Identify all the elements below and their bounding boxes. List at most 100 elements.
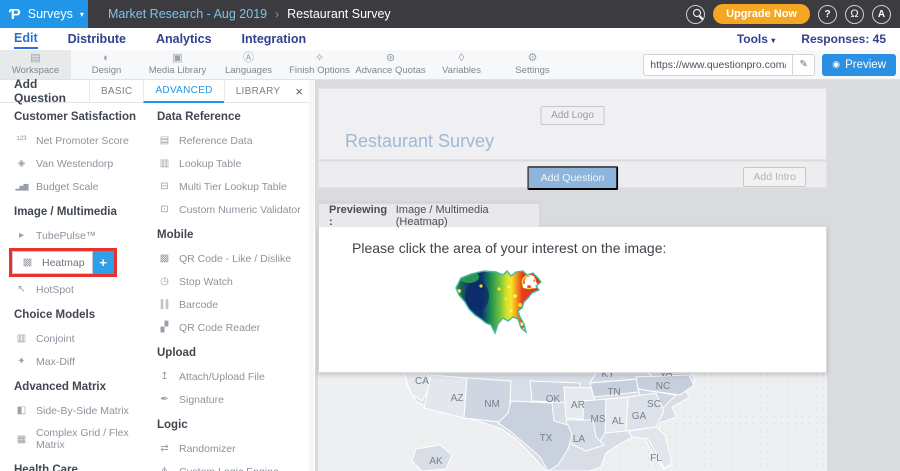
workspace-icon: ▤: [30, 53, 40, 64]
tab-advanced[interactable]: ADVANCED: [143, 80, 223, 103]
question-type-custom-logic-engine[interactable]: ⋔ Custom Logic Engine: [157, 465, 309, 471]
question-type-multi-tier-lookup[interactable]: ⊟ Multi Tier Lookup Table: [157, 180, 309, 193]
stop-watch-icon: ◷: [157, 276, 172, 287]
multi-tier-lookup-icon: ⊟: [157, 181, 172, 192]
add-question-button[interactable]: Add Question: [527, 166, 619, 190]
question-type-net-promoter-score[interactable]: ¹²³ Net Promoter Score: [14, 134, 157, 147]
add-intro-button[interactable]: Add Intro: [743, 167, 806, 187]
qr-like-dislike-icon: ▩: [157, 253, 172, 264]
eye-icon: ◉: [832, 59, 840, 70]
preview-button[interactable]: ◉ Preview: [822, 54, 896, 76]
help-button[interactable]: ?: [818, 5, 837, 24]
top-navbar: Ƥ Surveys ▾ Market Research - Aug 2019 ›…: [0, 0, 900, 28]
tools-dropdown[interactable]: Tools ▾: [737, 32, 775, 46]
question-type-side-by-side-matrix[interactable]: ◧ Side-By-Side Matrix: [14, 404, 157, 417]
question-type-hotspot[interactable]: ↖ HotSpot: [14, 283, 157, 296]
tab-basic[interactable]: BASIC: [89, 80, 144, 103]
question-type-heatmap[interactable]: ▩ Heatmap: [12, 251, 93, 274]
complex-grid-icon: ▦: [14, 434, 29, 445]
question-type-barcode[interactable]: ∥∥ Barcode: [157, 298, 309, 311]
close-icon: ×: [295, 84, 303, 99]
editor-toolbar: ▤ Workspace ◐ Design ▣ Media Library Ⓐ L…: [0, 50, 900, 80]
add-heatmap-question-button[interactable]: +: [93, 251, 114, 274]
state-label: KY: [601, 373, 615, 380]
hotspot-icon: ↖: [14, 284, 29, 295]
toolbar-variables[interactable]: ◊ Variables: [426, 50, 497, 79]
section-logic: Logic: [157, 419, 309, 431]
question-type-custom-numeric-validator[interactable]: ⊡ Custom Numeric Validator: [157, 203, 309, 216]
question-type-attach-upload[interactable]: ↥ Attach/Upload File: [157, 370, 309, 383]
variables-icon: ◊: [459, 53, 464, 64]
toolbar-design[interactable]: ◐ Design: [71, 50, 142, 79]
custom-logic-engine-icon: ⋔: [157, 466, 172, 471]
section-nav: Edit Distribute Analytics Integration To…: [0, 28, 900, 50]
heatmap-highlight-box: ▩ Heatmap +: [9, 248, 117, 277]
state-label: TN: [607, 387, 620, 398]
state-label: TX: [540, 433, 553, 444]
tab-library[interactable]: LIBRARY: [224, 80, 292, 103]
nav-integration[interactable]: Integration: [242, 30, 307, 48]
account-avatar[interactable]: A: [872, 5, 891, 24]
editor-usa-map[interactable]: CA AZ NM OK AR TN NC SC MS AL GA TX LA F…: [318, 373, 827, 471]
upgrade-now-button[interactable]: Upgrade Now: [713, 4, 810, 24]
question-type-conjoint[interactable]: ▥ Conjoint: [14, 332, 157, 345]
settings-icon: ⚙: [528, 53, 538, 64]
languages-icon: Ⓐ: [243, 53, 254, 64]
question-type-complex-grid[interactable]: ▦ Complex Grid / Flex Matrix: [14, 427, 157, 451]
question-type-reference-data[interactable]: ▤ Reference Data: [157, 134, 309, 147]
van-westendorp-icon: ◈: [14, 158, 29, 169]
barcode-icon: ∥∥: [157, 299, 172, 310]
question-type-stop-watch[interactable]: ◷ Stop Watch: [157, 275, 309, 288]
plus-icon: +: [99, 255, 107, 270]
section-choice-models: Choice Models: [14, 309, 157, 321]
tubepulse-icon: ▸: [14, 230, 29, 241]
search-button[interactable]: [686, 5, 705, 24]
nav-distribute[interactable]: Distribute: [68, 30, 126, 48]
question-type-tubepulse[interactable]: ▸ TubePulse™: [14, 229, 157, 242]
question-mark-icon: ?: [824, 9, 830, 20]
product-name: Surveys: [28, 7, 73, 21]
net-promoter-score-icon: ¹²³: [14, 135, 29, 146]
chevron-down-icon: ▾: [771, 36, 775, 45]
responses-count[interactable]: Responses: 45: [801, 32, 886, 46]
survey-url-input[interactable]: [644, 59, 792, 71]
section-mobile: Mobile: [157, 229, 309, 241]
questionpro-logo: Ƥ: [9, 6, 21, 23]
question-type-signature[interactable]: ✒ Signature: [157, 393, 309, 406]
survey-title[interactable]: Restaurant Survey: [345, 131, 494, 152]
add-logo-button[interactable]: Add Logo: [540, 106, 605, 125]
question-type-max-diff[interactable]: ✦ Max-Diff: [14, 355, 157, 368]
question-type-qr-like-dislike[interactable]: ▩ QR Code - Like / Dislike: [157, 252, 309, 265]
breadcrumb-parent[interactable]: Market Research - Aug 2019: [108, 7, 267, 21]
add-question-panel: Add Question BASIC ADVANCED LIBRARY × Cu…: [0, 80, 316, 471]
toolbar-media-library[interactable]: ▣ Media Library: [142, 50, 213, 79]
question-type-lookup-table[interactable]: ▥ Lookup Table: [157, 157, 309, 170]
state-label: FL: [650, 453, 662, 464]
section-upload: Upload: [157, 347, 309, 359]
toolbar-workspace[interactable]: ▤ Workspace: [0, 50, 71, 79]
close-panel-button[interactable]: ×: [291, 80, 315, 103]
section-customer-satisfaction: Customer Satisfaction: [14, 111, 157, 123]
side-by-side-matrix-icon: ◧: [14, 405, 29, 416]
toolbar-settings[interactable]: ⚙ Settings: [497, 50, 568, 79]
question-type-randomizer[interactable]: ⇄ Randomizer: [157, 442, 309, 455]
nav-analytics[interactable]: Analytics: [156, 30, 212, 48]
conjoint-icon: ▥: [14, 333, 29, 344]
design-icon: ◐: [103, 53, 110, 64]
advance-quotas-icon: ⊛: [386, 53, 395, 64]
pencil-icon: ✎: [800, 59, 808, 70]
breadcrumb-separator-icon: ›: [275, 7, 279, 21]
edit-url-button[interactable]: ✎: [792, 54, 814, 76]
question-type-budget-scale[interactable]: ▂▅▇ Budget Scale: [14, 180, 157, 193]
toolbar-advance-quotas[interactable]: ⊛ Advance Quotas: [355, 50, 426, 79]
surveys-product-menu[interactable]: Ƥ Surveys ▾: [0, 0, 88, 28]
avatar-initial: A: [878, 9, 885, 20]
question-type-van-westendorp[interactable]: ◈ Van Westendorp: [14, 157, 157, 170]
nav-edit[interactable]: Edit: [14, 29, 38, 49]
notifications-button[interactable]: Ω: [845, 5, 864, 24]
toolbar-languages[interactable]: Ⓐ Languages: [213, 50, 284, 79]
question-type-qr-code-reader[interactable]: ▞ QR Code Reader: [157, 321, 309, 334]
usa-heatmap-image[interactable]: [451, 269, 553, 348]
state-label: NC: [656, 381, 670, 392]
toolbar-finish-options[interactable]: ✧ Finish Options: [284, 50, 355, 79]
